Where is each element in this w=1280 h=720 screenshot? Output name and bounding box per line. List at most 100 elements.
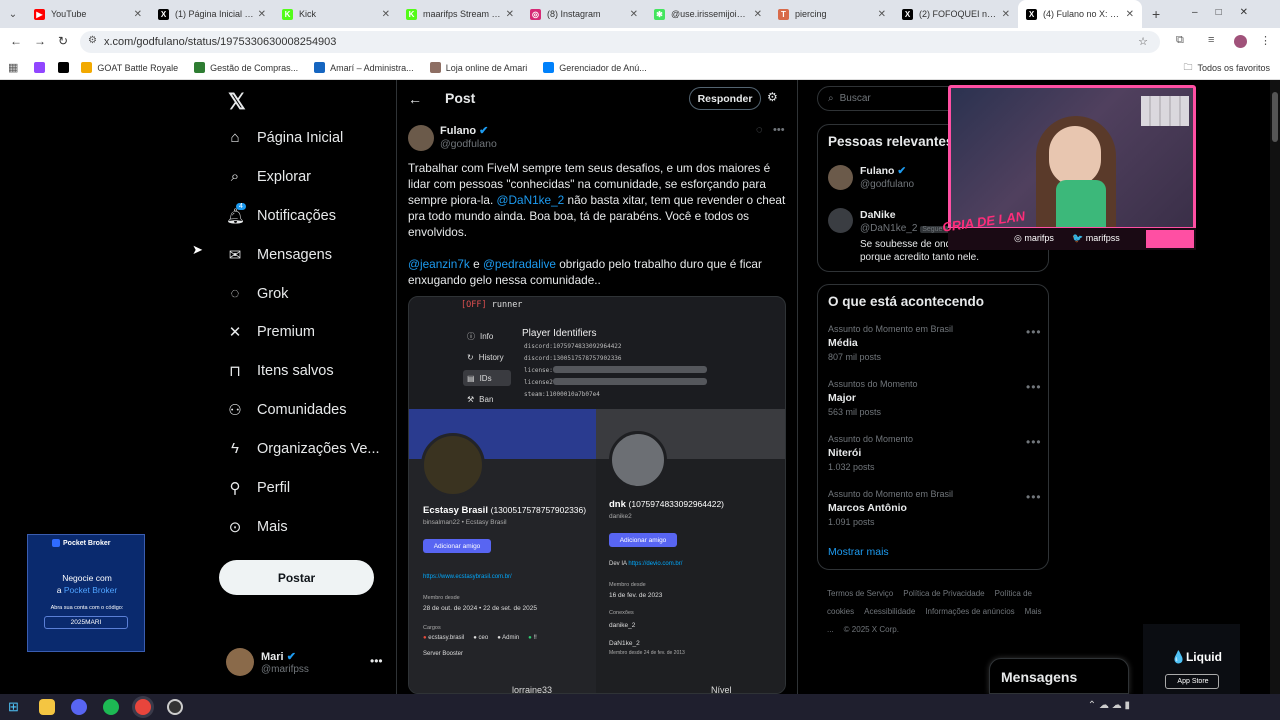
browser-tab[interactable]: X (2) FOFOQUEI no X: " ✕ xyxy=(894,0,1018,28)
bookmark-label: GOAT Battle Royale xyxy=(97,62,179,73)
tab-close-icon[interactable]: ✕ xyxy=(754,9,762,20)
nav-item[interactable]: ⌕ Explorar xyxy=(226,168,311,185)
footer-link[interactable]: Acessibilidade xyxy=(864,607,915,616)
footer-link[interactable]: Política de Privacidade xyxy=(903,589,984,598)
x-bookmark-icon[interactable] xyxy=(58,62,70,73)
profile-avatar[interactable] xyxy=(1234,35,1247,48)
bookmark-item[interactable]: Gestão de Compras... xyxy=(194,62,298,73)
person-avatar-danike[interactable] xyxy=(828,208,853,233)
mention-dan1ke[interactable]: @DaN1ke_2 xyxy=(497,193,565,207)
tab-close-icon[interactable]: ✕ xyxy=(1126,9,1134,20)
nav-item[interactable]: ⌂ Página Inicial xyxy=(226,129,343,146)
media-icon[interactable]: ≡ xyxy=(1208,34,1214,46)
back-arrow-icon[interactable]: ← xyxy=(10,34,22,48)
bookmark-item[interactable]: Loja online de Amari xyxy=(429,62,527,73)
windows-start-icon[interactable]: ⊞ xyxy=(8,699,19,715)
nav-item[interactable]: ◌ Grok xyxy=(226,285,289,302)
footer-link[interactable]: Informações de anúncios xyxy=(925,607,1014,616)
trend-more-icon[interactable]: ••• xyxy=(1026,435,1042,449)
tab-close-icon[interactable]: ✕ xyxy=(382,9,390,20)
account-avatar[interactable] xyxy=(226,648,254,676)
new-tab-icon[interactable]: + xyxy=(1152,6,1160,22)
back-arrow-icon[interactable]: ← xyxy=(408,91,422,107)
twitch-icon[interactable] xyxy=(34,62,46,73)
nav-item[interactable]: ⊓ Itens salvos xyxy=(226,362,333,380)
liquid-ad[interactable]: 💧Liquid App Store xyxy=(1143,624,1240,694)
nav-item[interactable]: ⚲ Perfil xyxy=(226,479,291,497)
apps-grid-icon[interactable]: ▦ xyxy=(8,61,18,74)
messages-drawer[interactable]: Mensagens xyxy=(989,658,1129,694)
browser-tab[interactable]: X (1) Página Inicial / X ✕ xyxy=(150,0,274,28)
bookmark-star-icon[interactable]: ☆ xyxy=(1138,35,1148,48)
right-profile-card: dnk (1075974833092964422) danike2 Adicio… xyxy=(596,409,785,693)
obs-icon[interactable] xyxy=(166,699,183,715)
bookmark-item[interactable]: Amarí – Administra... xyxy=(314,62,414,73)
tab-close-icon[interactable]: ✕ xyxy=(1002,9,1010,20)
forward-arrow-icon[interactable]: → xyxy=(34,34,46,48)
trend-more-icon[interactable]: ••• xyxy=(1026,325,1042,339)
author-name[interactable]: Fulano ✔ xyxy=(440,124,488,137)
grok-icon[interactable]: ◌ xyxy=(756,124,763,136)
trend-item[interactable]: Assunto do Momento em Brasil Marcos Antôn… xyxy=(828,489,953,527)
search-input[interactable]: ⌕ Buscar xyxy=(817,86,967,111)
footer-link[interactable]: © 2025 X Corp. xyxy=(844,625,899,634)
extensions-icon[interactable]: ⧉ xyxy=(1176,34,1184,47)
all-favorites[interactable]: 🗀 Todos os favoritos xyxy=(1183,60,1270,76)
trend-more-icon[interactable]: ••• xyxy=(1026,490,1042,504)
browser-tab[interactable]: Tpiercing ✕ xyxy=(770,0,894,28)
page-scrollbar[interactable] xyxy=(1270,80,1280,694)
nav-item[interactable]: 🔔︎ 4 Notificações xyxy=(226,203,336,225)
pocket-broker-ad[interactable]: Pocket Broker Negocie com a Pocket Broke… xyxy=(27,534,145,652)
post-button[interactable]: Postar xyxy=(219,560,374,595)
browser-tab[interactable]: K Kick ✕ xyxy=(274,0,398,28)
reload-icon[interactable]: ↻ xyxy=(58,34,68,48)
bookmark-item[interactable]: Gerenciador de Anú... xyxy=(543,62,647,73)
site-info-icon[interactable]: ⚙ xyxy=(88,35,97,46)
post-more-icon[interactable]: ••• xyxy=(773,124,785,136)
url-field[interactable]: ⚙ x.com/godfulano/status/197533063000825… xyxy=(80,31,1160,53)
tab-close-icon[interactable]: ✕ xyxy=(878,9,886,20)
tab-close-icon[interactable]: ✕ xyxy=(506,9,514,20)
nav-item[interactable]: ⚇ Comunidades xyxy=(226,401,346,419)
post-image[interactable]: [OFF] runner ⓘ Info ↻ History ▤ IDs ⚒ Ban Playe… xyxy=(408,296,786,694)
tab-close-icon[interactable]: ✕ xyxy=(134,9,142,20)
browser-tab[interactable]: X (4) Fulano no X: "Traba ✕ xyxy=(1018,0,1142,28)
bookmark-label: Gerenciador de Anú... xyxy=(559,62,647,73)
window-controls[interactable]: –□✕ xyxy=(1192,7,1266,18)
trend-more-icon[interactable]: ••• xyxy=(1026,380,1042,394)
browser-tab[interactable]: Kmaarifps Stream - Kick ✕ xyxy=(398,0,522,28)
reply-button[interactable]: Responder xyxy=(689,87,761,110)
spotify-icon[interactable] xyxy=(102,699,119,715)
nav-item[interactable]: ⊙ Mais xyxy=(226,518,288,536)
nav-item[interactable]: ✉ Mensagens xyxy=(226,246,332,264)
file-explorer-icon[interactable] xyxy=(38,699,55,715)
menu-icon[interactable]: ⋮ xyxy=(1260,34,1271,47)
x-logo-icon[interactable]: 𝕏 xyxy=(228,89,246,115)
person-avatar-fulano[interactable] xyxy=(828,165,853,190)
system-tray-icons[interactable]: ⌃ ☁ ☁ ▮ xyxy=(1088,700,1130,711)
discord-icon[interactable] xyxy=(70,699,87,715)
tab-close-icon[interactable]: ✕ xyxy=(630,9,638,20)
account-more-icon[interactable]: ••• xyxy=(370,654,383,668)
trend-item[interactable]: Assunto do Momento Niterói 1.032 posts xyxy=(828,434,913,472)
tab-search-icon[interactable]: ⌄ xyxy=(0,9,26,20)
mention-jeanzin7k[interactable]: @jeanzin7k xyxy=(408,257,470,271)
footer-link[interactable]: Termos de Serviço xyxy=(827,589,893,598)
mention-pedradalive[interactable]: @pedradalive xyxy=(483,257,556,271)
chrome-icon[interactable] xyxy=(134,699,151,715)
nav-item[interactable]: ϟ Organizações Ve... xyxy=(226,440,380,457)
person-name-danike[interactable]: DaNike xyxy=(860,209,896,221)
browser-tab[interactable]: ◎ (8) Instagram ✕ xyxy=(522,0,646,28)
trend-item[interactable]: Assunto do Momento em Brasil Média 807 mil… xyxy=(828,324,953,362)
browser-tab[interactable]: ▶ YouTube ✕ xyxy=(26,0,150,28)
nav-item[interactable]: ✕ Premium xyxy=(226,323,315,341)
show-more-link[interactable]: Mostrar mais xyxy=(828,546,889,558)
reply-settings-icon[interactable]: ⚙ xyxy=(767,90,778,104)
bookmark-item[interactable]: GOAT Battle Royale xyxy=(81,62,178,73)
author-avatar[interactable] xyxy=(408,125,434,151)
tab-close-icon[interactable]: ✕ xyxy=(258,9,266,20)
browser-tab[interactable]: ✱ @use.irissemijoias | Linktree ✕ xyxy=(646,0,770,28)
trend-item[interactable]: Assuntos do Momento Major 563 mil posts xyxy=(828,379,918,417)
person-name-fulano[interactable]: Fulano ✔ xyxy=(860,165,906,177)
scrollbar-thumb[interactable] xyxy=(1272,92,1278,142)
